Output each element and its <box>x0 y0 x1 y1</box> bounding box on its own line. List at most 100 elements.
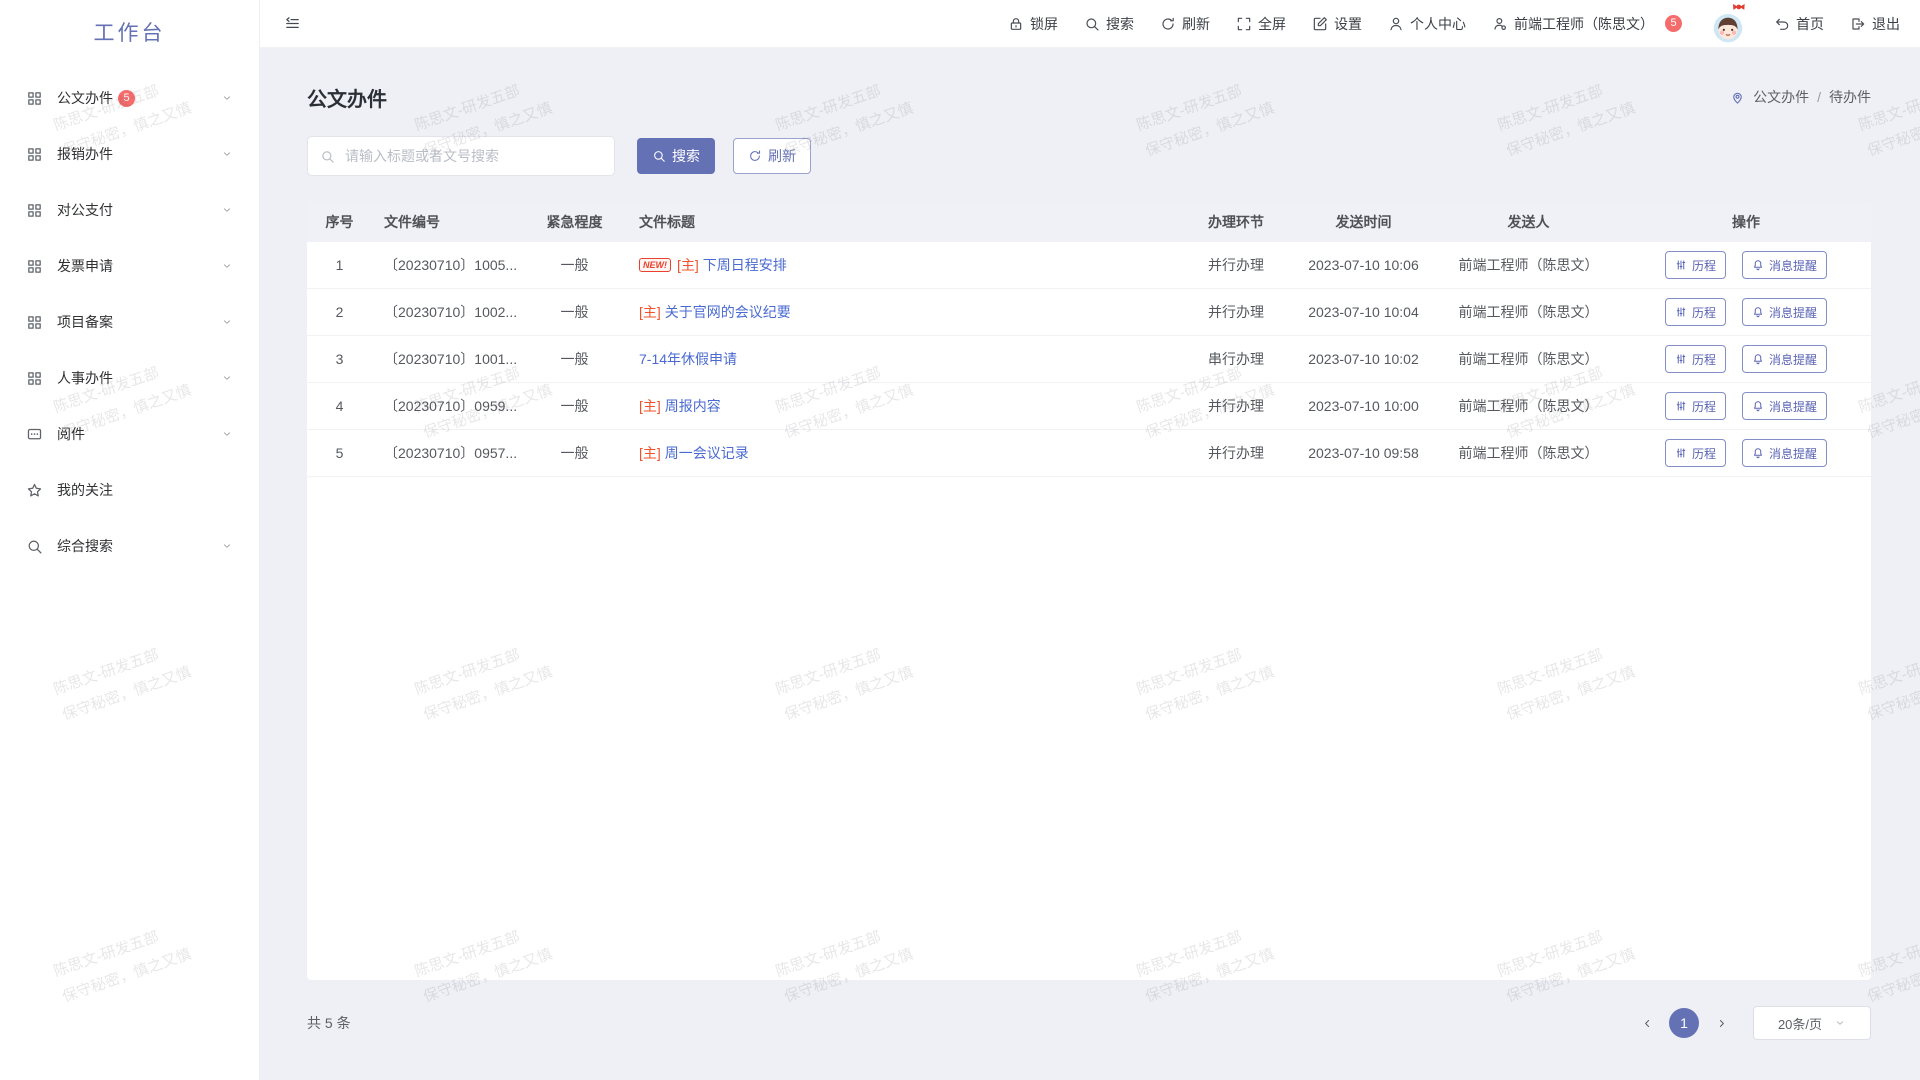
refresh-button[interactable]: 刷新 <box>1160 14 1210 34</box>
user-notification-badge: 5 <box>1665 15 1682 32</box>
search-input[interactable] <box>343 147 602 165</box>
settings-button[interactable]: 设置 <box>1312 14 1362 34</box>
cell-title: NEW! [主] 关于官网的会议纪要 <box>627 302 1181 322</box>
sidebar-item-invoice-request[interactable]: 发票申请 <box>0 238 259 294</box>
sidebar-item-read-docs[interactable]: 阅件 <box>0 406 259 462</box>
cell-time: 2023-07-10 09:58 <box>1291 445 1436 461</box>
current-user-label: 前端工程师（陈思文） <box>1514 14 1654 34</box>
total-count: 共 5 条 <box>307 1013 351 1033</box>
menu-fold-icon[interactable] <box>284 15 301 32</box>
bell-icon <box>1752 353 1764 365</box>
table-footer: 共 5 条 1 20条/页 <box>307 1006 1871 1040</box>
cell-index: 4 <box>307 398 372 414</box>
cell-actions: 历程 消息提醒 <box>1621 392 1871 420</box>
doc-title-link[interactable]: 关于官网的会议纪要 <box>665 302 791 322</box>
doc-tag: [主] <box>677 255 699 275</box>
sidebar-item-official-docs[interactable]: 公文办件 5 <box>0 70 259 126</box>
notify-button-label: 消息提醒 <box>1769 257 1817 274</box>
notify-button[interactable]: 消息提醒 <box>1742 439 1827 467</box>
sidebar-item-reimbursement[interactable]: 报销办件 <box>0 126 259 182</box>
topbar-action-label: 个人中心 <box>1410 14 1466 34</box>
history-button[interactable]: 历程 <box>1665 298 1726 326</box>
history-button[interactable]: 历程 <box>1665 251 1726 279</box>
cell-actions: 历程 消息提醒 <box>1621 345 1871 373</box>
search-button[interactable]: 搜索 <box>1084 14 1134 34</box>
pagination-next-button[interactable] <box>1707 1009 1735 1037</box>
table-header-row: 序号 文件编号 紧急程度 文件标题 办理环节 发送时间 发送人 操作 <box>307 202 1871 242</box>
cell-step: 并行办理 <box>1181 443 1291 463</box>
breadcrumb-section[interactable]: 公文办件 <box>1753 87 1809 107</box>
cell-sender: 前端工程师（陈思文） <box>1436 396 1621 416</box>
cell-urgency: 一般 <box>522 396 627 416</box>
topbar-action-label: 锁屏 <box>1030 14 1058 34</box>
logout-button[interactable]: 退出 <box>1850 14 1900 34</box>
sidebar-item-label: 公文办件 <box>57 88 113 108</box>
cell-index: 1 <box>307 257 372 273</box>
pagination-prev-button[interactable] <box>1633 1009 1661 1037</box>
sidebar-item-project-filing[interactable]: 项目备案 <box>0 294 259 350</box>
sidebar-item-my-follows[interactable]: 我的关注 <box>0 462 259 518</box>
search-box <box>307 136 615 176</box>
history-button[interactable]: 历程 <box>1665 392 1726 420</box>
sidebar-item-icon <box>26 426 43 443</box>
bell-icon <box>1752 400 1764 412</box>
notify-button-label: 消息提醒 <box>1769 351 1817 368</box>
topbar: 锁屏 搜索 刷新 <box>260 0 1920 48</box>
table-row: 5 〔20230710〕0957... 一般 NEW! [主] 周一会议记录 并… <box>307 430 1871 477</box>
doc-title-link[interactable]: 下周日程安排 <box>703 255 787 275</box>
sidebar-item-corporate-payment[interactable]: 对公支付 <box>0 182 259 238</box>
history-button[interactable]: 历程 <box>1665 345 1726 373</box>
history-button[interactable]: 历程 <box>1665 439 1726 467</box>
sidebar-item-badge: 5 <box>118 90 135 107</box>
app-logo: 工作台 <box>0 0 259 64</box>
cell-doc-number: 〔20230710〕1002... <box>372 302 522 322</box>
notify-button[interactable]: 消息提醒 <box>1742 345 1827 373</box>
current-user-button[interactable]: 前端工程师（陈思文） 5 <box>1492 14 1682 34</box>
notify-button[interactable]: 消息提醒 <box>1742 251 1827 279</box>
notify-button[interactable]: 消息提醒 <box>1742 392 1827 420</box>
search-button[interactable]: 搜索 <box>637 138 715 174</box>
cell-urgency: 一般 <box>522 302 627 322</box>
page-size-value: 20条/页 <box>1778 1014 1822 1033</box>
chevron-left-icon <box>1641 1017 1654 1030</box>
sidebar-item-label: 报销办件 <box>57 144 113 164</box>
doc-title-link[interactable]: 7-14年休假申请 <box>639 349 737 369</box>
sidebar-item-global-search[interactable]: 综合搜索 <box>0 518 259 574</box>
chevron-down-icon <box>221 372 233 384</box>
sidebar-item-hr-affairs[interactable]: 人事办件 <box>0 350 259 406</box>
bell-icon <box>1752 447 1764 459</box>
sidebar-item-label: 人事办件 <box>57 368 113 388</box>
chevron-down-icon <box>1834 1017 1846 1029</box>
doc-tag: [主] <box>639 396 661 416</box>
col-header: 文件编号 <box>372 212 522 232</box>
doc-title-link[interactable]: 周一会议记录 <box>665 443 749 463</box>
pagination-current-page[interactable]: 1 <box>1669 1008 1699 1038</box>
search-icon <box>320 149 335 164</box>
cell-title: NEW! [主] 周报内容 <box>627 396 1181 416</box>
refresh-icon <box>1160 16 1176 32</box>
profile-button[interactable]: 个人中心 <box>1388 14 1466 34</box>
doc-title-link[interactable]: 周报内容 <box>665 396 721 416</box>
search-icon <box>1084 16 1100 32</box>
lock-screen-button[interactable]: 锁屏 <box>1008 14 1058 34</box>
refresh-button[interactable]: 刷新 <box>733 138 811 174</box>
cell-actions: 历程 消息提醒 <box>1621 439 1871 467</box>
table-panel: 序号 文件编号 紧急程度 文件标题 办理环节 发送时间 发送人 操作 1 〔20… <box>307 202 1871 980</box>
sidebar: 工作台 公文办件 5 报销办件 对公 <box>0 0 260 1080</box>
chevron-down-icon <box>221 540 233 552</box>
cell-sender: 前端工程师（陈思文） <box>1436 349 1621 369</box>
fullscreen-button[interactable]: 全屏 <box>1236 14 1286 34</box>
sidebar-item-icon <box>26 538 43 555</box>
notify-button-label: 消息提醒 <box>1769 445 1817 462</box>
search-button-label: 搜索 <box>672 146 700 166</box>
logout-icon <box>1850 16 1866 32</box>
logout-label: 退出 <box>1872 14 1900 34</box>
notify-button[interactable]: 消息提醒 <box>1742 298 1827 326</box>
sidebar-item-label: 我的关注 <box>57 480 113 500</box>
doc-tag: [主] <box>639 443 661 463</box>
page-size-select[interactable]: 20条/页 <box>1753 1006 1871 1040</box>
home-button[interactable]: 首页 <box>1774 14 1824 34</box>
chevron-down-icon <box>221 316 233 328</box>
user-avatar[interactable] <box>1708 2 1748 46</box>
history-button-label: 历程 <box>1692 257 1716 274</box>
